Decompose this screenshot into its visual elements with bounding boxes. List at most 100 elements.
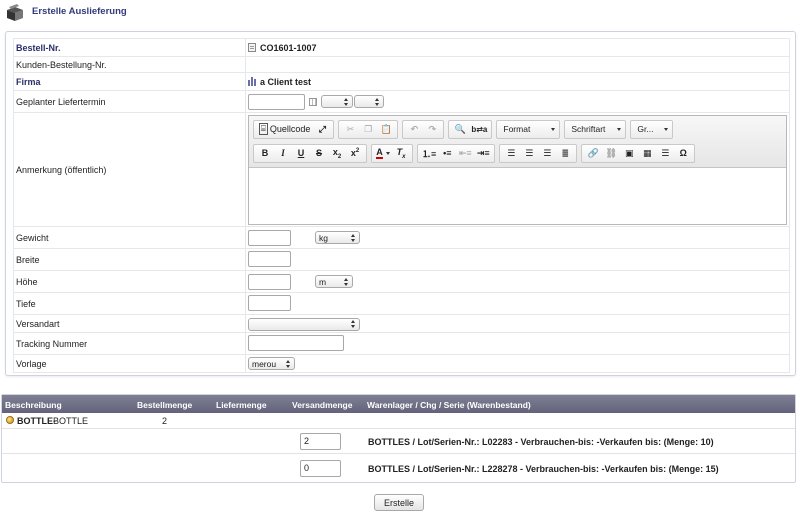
underline-button[interactable]: U — [292, 145, 310, 161]
product-code-link[interactable]: BOTTLE — [17, 416, 53, 426]
table-button[interactable]: ▦ — [638, 145, 656, 161]
superscript-button[interactable]: x2 — [346, 145, 364, 161]
weight-input[interactable] — [248, 229, 291, 246]
align-left-button[interactable]: ☰ — [502, 145, 520, 161]
row-tracking: Tracking Nummer — [13, 332, 790, 355]
lot-qty-input[interactable]: 2 — [300, 433, 341, 450]
strikethrough-icon: S — [315, 148, 322, 158]
superscript-icon: x2 — [350, 148, 360, 158]
minute-select[interactable] — [354, 95, 384, 108]
weight-cell: kg — [245, 226, 790, 249]
paste-button[interactable]: 📋 — [377, 121, 395, 137]
width-cell — [245, 248, 790, 271]
chevron-down-icon — [551, 127, 556, 131]
align-center-icon: ☰ — [525, 147, 534, 158]
special-char-button[interactable]: Ω — [674, 145, 692, 161]
font-combo[interactable]: Schriftart — [564, 119, 627, 139]
hour-select[interactable] — [321, 95, 353, 108]
align-justify-button[interactable]: ≣ — [556, 145, 574, 161]
strike-button[interactable]: S — [310, 145, 328, 161]
height-unit-select[interactable]: m — [315, 275, 353, 288]
select-arrows-icon — [286, 359, 291, 368]
tracking-label: Tracking Nummer — [13, 332, 246, 355]
depth-input[interactable] — [248, 294, 291, 311]
width-input[interactable] — [248, 250, 291, 267]
note-label: Anmerkung (öffentlich) — [13, 112, 246, 227]
height-input[interactable] — [248, 273, 291, 290]
template-select[interactable]: merou — [248, 357, 295, 370]
company-icon — [248, 77, 256, 86]
select-arrows-icon — [344, 97, 349, 106]
order-ref-link[interactable]: CO1601-1007 — [260, 43, 317, 53]
copy-button[interactable]: ❐ — [359, 121, 377, 137]
customer-ref-label: Kunden-Bestellung-Nr. — [13, 56, 246, 73]
align-center-button[interactable]: ☰ — [520, 145, 538, 161]
lines-table-header: Beschreibung Bestellmenge Liefermenge Ve… — [2, 395, 795, 413]
scissors-icon: ✂ — [346, 123, 355, 134]
box-icon — [7, 4, 23, 21]
tracking-cell — [245, 332, 790, 355]
bullet-list-button[interactable]: •≡ — [438, 145, 456, 161]
unlink-button[interactable]: ⛓ — [602, 145, 620, 161]
chevron-down-icon — [617, 127, 622, 131]
create-button[interactable]: Erstelle — [374, 494, 424, 511]
height-cell: m — [245, 270, 790, 293]
format-combo[interactable]: Format — [496, 119, 561, 139]
col-delivered-qty: Liefermenge — [216, 400, 267, 410]
cut-button[interactable]: ✂ — [341, 121, 359, 137]
row-width: Breite — [13, 248, 790, 271]
redo-button[interactable]: ↷ — [423, 121, 441, 137]
shipping-method-select[interactable] — [248, 317, 360, 331]
size-combo[interactable]: Gr... — [630, 119, 674, 139]
align-left-icon: ☰ — [507, 147, 516, 158]
search-icon: 🔍 — [454, 123, 466, 134]
row-template: Vorlage merou — [13, 354, 790, 373]
undo-button[interactable]: ↶ — [405, 121, 423, 137]
clipboard-icon: 📋 — [380, 123, 392, 134]
calendar-icon[interactable] — [309, 97, 317, 106]
weight-unit-select[interactable]: kg — [315, 231, 360, 244]
align-right-icon: ☰ — [543, 147, 552, 158]
italic-button[interactable]: I — [274, 145, 292, 161]
lot-qty-input[interactable]: 0 — [300, 460, 341, 477]
find-button[interactable]: 🔍 — [451, 121, 469, 137]
delivery-date-label: Geplanter Liefertermin — [13, 90, 246, 113]
row-weight: Gewicht kg — [13, 226, 790, 249]
tracking-input[interactable] — [248, 334, 344, 351]
depth-label: Tiefe — [13, 292, 246, 315]
row-depth: Tiefe — [13, 292, 790, 315]
maximize-button[interactable]: ⤢ — [313, 121, 331, 137]
lot-row: 0 BOTTLES / Lot/Serien-Nr.: L228278 - Ve… — [2, 454, 795, 482]
remove-format-button[interactable]: Tx — [392, 145, 410, 161]
bold-button[interactable]: B — [256, 145, 274, 161]
shipping-method-cell — [245, 314, 790, 333]
subscript-button[interactable]: x2 — [328, 145, 346, 161]
image-button[interactable]: ▣ — [620, 145, 638, 161]
omega-icon: Ω — [679, 148, 687, 158]
editor-content-area[interactable] — [249, 167, 786, 224]
weight-label: Gewicht — [13, 226, 246, 249]
numbered-list-button[interactable]: ⒈≡ — [420, 145, 438, 161]
company-link[interactable]: a Client test — [260, 77, 311, 87]
delivery-date-input[interactable] — [248, 93, 305, 110]
shipping-method-label: Versandart — [13, 314, 246, 333]
outdent-button[interactable]: ⇤≡ — [456, 145, 474, 161]
text-color-button[interactable]: A — [374, 145, 392, 161]
indent-button[interactable]: ⇥≡ — [474, 145, 492, 161]
select-arrows-icon — [344, 277, 349, 286]
col-description: Beschreibung — [5, 400, 62, 410]
link-button[interactable]: 🔗 — [584, 145, 602, 161]
image-icon: ▣ — [625, 147, 634, 158]
align-right-button[interactable]: ☰ — [538, 145, 556, 161]
note-cell: ⌸ Quellcode ⤢ ✂ ❐ 📋 ↶ ↷ 🔍 b⇄a Format Sch… — [245, 112, 790, 227]
row-delivery-date: Geplanter Liefertermin — [13, 90, 790, 113]
row-order-ref: Bestell-Nr. CO1601-1007 — [13, 38, 790, 57]
source-button[interactable]: ⌸ Quellcode — [256, 121, 313, 137]
horizontal-rule-button[interactable]: ☰ — [656, 145, 674, 161]
shipment-lines-table: Beschreibung Bestellmenge Liefermenge Ve… — [1, 394, 796, 483]
row-company: Firma a Client test — [13, 72, 790, 91]
source-icon: ⌸ — [259, 123, 268, 135]
replace-button[interactable]: b⇄a — [469, 121, 489, 137]
toolbar-group-align: ☰ ☰ ☰ ≣ — [499, 143, 578, 163]
table-icon: ▦ — [643, 147, 652, 158]
